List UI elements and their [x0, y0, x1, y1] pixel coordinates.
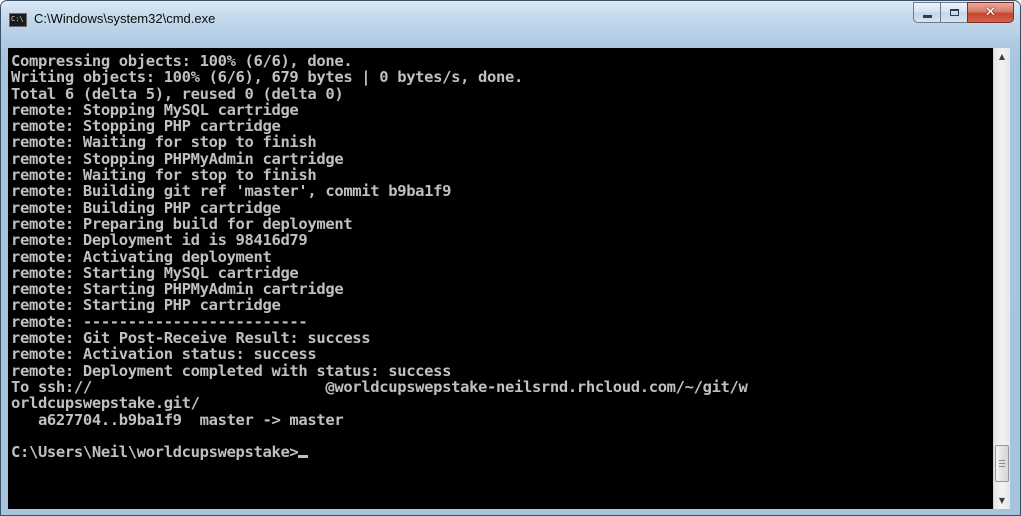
output-line: remote: Stopping PHP cartridge — [11, 117, 281, 136]
scroll-up-button[interactable]: ▲ — [994, 48, 1010, 65]
output-line: remote: Activating deployment — [11, 247, 272, 266]
scroll-thumb[interactable] — [995, 445, 1009, 482]
output-line: remote: Stopping MySQL cartridge — [11, 100, 299, 119]
chevron-down-icon: ▼ — [998, 496, 1006, 505]
command-prompt[interactable]: C:\Users\Neil\worldcupswepstake> — [11, 443, 299, 460]
chevron-up-icon: ▲ — [998, 52, 1006, 61]
output-line: remote: Git Post-Receive Result: success — [11, 329, 371, 348]
terminal-output: Compressing objects: 100% (6/6), done. W… — [11, 53, 991, 460]
output-line: remote: ------------------------- — [11, 312, 308, 331]
maximize-icon — [949, 9, 959, 16]
cmd-icon[interactable]: C:\ — [9, 13, 27, 27]
output-line: To ssh:// @worldcupswepstake-neilsrnd.rh… — [11, 377, 748, 396]
minimize-icon — [922, 14, 932, 18]
output-line: remote: Building PHP cartridge — [11, 198, 281, 217]
output-line: remote: Waiting for stop to finish — [11, 133, 317, 152]
output-line: remote: Deployment completed with status… — [11, 361, 452, 380]
output-line: remote: Activation status: success — [11, 345, 317, 364]
output-line: a627704..b9ba1f9 master -> master — [11, 410, 344, 429]
grip-line — [999, 463, 1005, 464]
output-line: remote: Waiting for stop to finish — [11, 166, 317, 185]
output-line: remote: Starting PHP cartridge — [11, 296, 281, 315]
output-line: Writing objects: 100% (6/6), 679 bytes |… — [11, 68, 523, 87]
console-area[interactable]: Compressing objects: 100% (6/6), done. W… — [8, 48, 1010, 509]
output-line: Total 6 (delta 5), reused 0 (delta 0) — [11, 84, 344, 103]
scroll-down-button[interactable]: ▼ — [994, 492, 1010, 509]
text-cursor — [298, 455, 309, 459]
close-button[interactable]: ✕ — [967, 2, 1014, 23]
close-icon: ✕ — [985, 5, 996, 20]
output-line: orldcupswepstake.git/ — [11, 394, 200, 413]
grip-line — [999, 466, 1005, 467]
cmd-window: C:\ C:\Windows\system32\cmd.exe ✕ Compre… — [0, 0, 1021, 516]
output-line: remote: Deployment id is 98416d79 — [11, 231, 308, 250]
caption-buttons: ✕ — [913, 2, 1014, 24]
title-bar[interactable]: C:\ C:\Windows\system32\cmd.exe ✕ — [1, 1, 1020, 38]
maximize-button[interactable] — [940, 2, 967, 23]
window-title: C:\Windows\system32\cmd.exe — [34, 11, 216, 26]
output-line: remote: Starting PHPMyAdmin cartridge — [11, 280, 344, 299]
minimize-button[interactable] — [913, 2, 940, 23]
output-line: remote: Starting MySQL cartridge — [11, 263, 299, 282]
output-line: remote: Stopping PHPMyAdmin cartridge — [11, 149, 344, 168]
grip-line — [999, 460, 1005, 461]
vertical-scrollbar[interactable]: ▲ ▼ — [993, 48, 1010, 509]
output-line: remote: Preparing build for deployment — [11, 214, 353, 233]
output-line: remote: Building git ref 'master', commi… — [11, 182, 452, 201]
